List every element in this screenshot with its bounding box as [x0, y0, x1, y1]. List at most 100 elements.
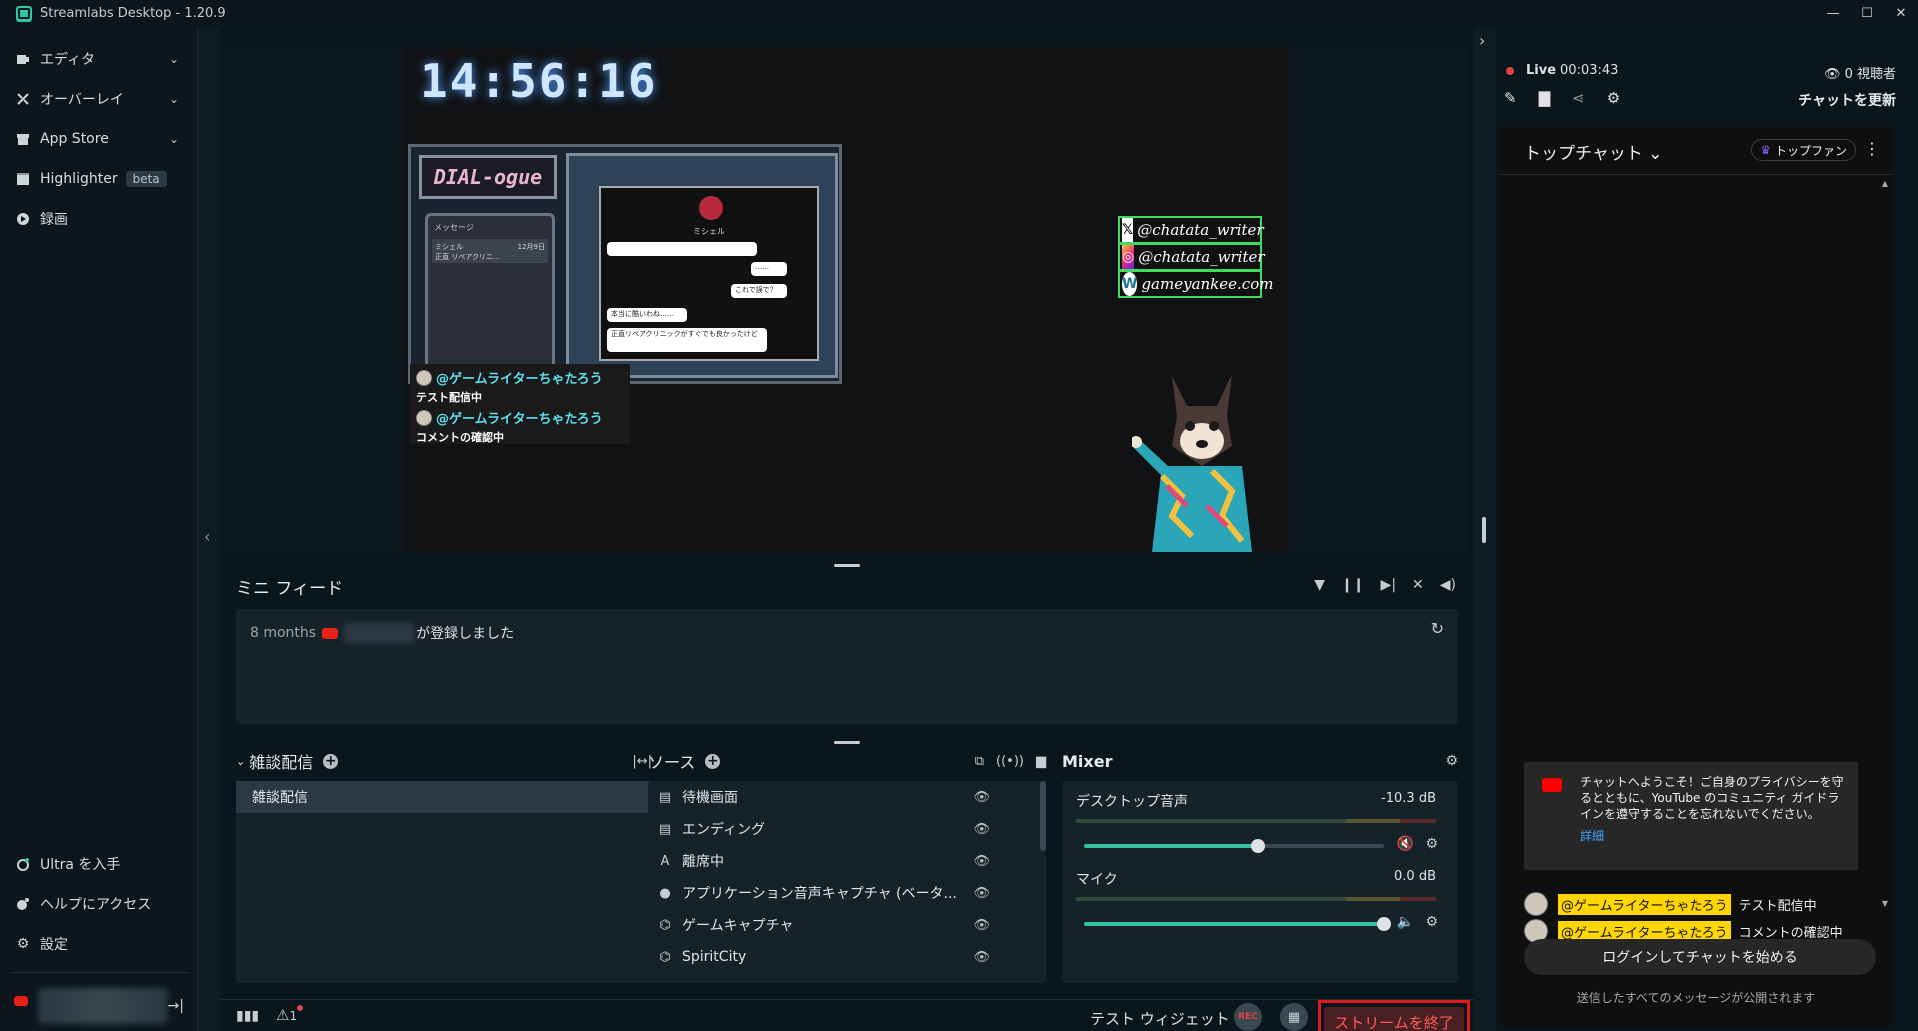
sidebar-item-app-store[interactable]: App Store ⌄ [0, 119, 197, 159]
account[interactable]: →| [0, 981, 198, 1031]
visibility-icon[interactable]: 👁 [973, 918, 990, 933]
feed-entry[interactable]: 8 months が登録しました [250, 623, 514, 643]
multiple-windows-icon[interactable]: ⧉ [975, 754, 984, 769]
top-chat-dropdown[interactable]: トップチャット ⌄ [1524, 139, 1663, 164]
login-chat-button[interactable]: ログインしてチャットを始める [1524, 939, 1876, 975]
volume-icon[interactable]: ◀) [1440, 577, 1456, 593]
speaker-icon[interactable]: 🔈 [1397, 914, 1414, 930]
chat-bubble: 正直リペアクリニックがすぐでも良かったけど [607, 328, 767, 352]
scene-item[interactable]: 雑談配信 [236, 781, 652, 813]
source-item[interactable]: ● アプリケーション音声キャプチャ (ベータ... 👁 [648, 877, 1046, 909]
sources-panel: ソース + ⧉ ((•)) ▆ ▤ 待機画面 👁 ▤ エンディング 👁 A 離席中 👁 ● ア… [648, 747, 1046, 997]
audio-source-icon[interactable]: ((•)) [996, 754, 1024, 769]
learn-more-link[interactable]: 詳細 [1580, 828, 1846, 844]
chat-bubble [607, 242, 757, 256]
stream-preview[interactable]: 14:56:16 DIAL-ogue メッセージ ミシェル 12月9日 正直 リ… [402, 48, 1289, 552]
add-source-button[interactable]: + [705, 753, 721, 769]
slider-fill [1084, 844, 1258, 848]
slider-knob[interactable] [1251, 839, 1265, 853]
clock-overlay: 14:56:16 [420, 54, 658, 108]
gear-icon[interactable]: ⚙ [1445, 753, 1458, 769]
scene-collection-title[interactable]: 雑談配信 [249, 749, 313, 773]
pencil-icon[interactable]: ✎ [1504, 89, 1517, 107]
mute-alerts-icon[interactable]: ✕ [1412, 577, 1424, 593]
close-button[interactable]: ✕ [1884, 0, 1918, 27]
share-icon[interactable]: ⋖ [1572, 89, 1585, 107]
visibility-icon[interactable]: 👁 [973, 886, 990, 901]
more-options-icon[interactable]: ⋮ [1864, 139, 1880, 158]
source-item[interactable]: ▤ エンディング 👁 [648, 813, 1046, 845]
end-stream-button[interactable]: ストリームを終了 [1324, 1006, 1464, 1031]
resize-handle[interactable] [834, 741, 860, 744]
resize-handle[interactable] [1482, 517, 1486, 543]
chevron-down-icon[interactable]: ⌄ [236, 755, 245, 768]
alert-icon[interactable]: ⚠1 [276, 1005, 304, 1024]
stats-icon[interactable]: ▮▮▮ [236, 1008, 259, 1024]
chevron-down-icon[interactable]: ⌄ [169, 52, 179, 66]
video-icon[interactable]: ▇ [1539, 89, 1551, 107]
bottom-bar: ▮▮▮ ⚠1 テスト ウィジェット REC ▦ ストリームを終了 [220, 999, 1474, 1031]
skip-icon[interactable]: ▶| [1381, 577, 1396, 593]
scenes-panel: ⌄ 雑談配信 + |↔| 雑談配信 [236, 747, 652, 997]
sidebar-item-label: ヘルプにアクセス [40, 897, 152, 913]
gear-icon[interactable]: ⚙ [1607, 89, 1620, 107]
sidebar-item-ultra[interactable]: Ultra を入手 [0, 844, 198, 884]
slider-knob[interactable] [1377, 917, 1391, 931]
sidebar-item-help[interactable]: ヘルプにアクセス [0, 884, 198, 924]
maximize-button[interactable]: ☐ [1850, 0, 1884, 27]
visibility-icon[interactable]: 👁 [973, 822, 990, 837]
game-chat: ミシェル …… これで誤で？ 本当に酷いわね…… 正直リペアクリニックがすぐでも… [599, 186, 819, 361]
chevron-left-icon[interactable]: ‹ [204, 527, 210, 546]
filter-icon[interactable]: ▼ [1314, 577, 1325, 593]
end-stream-highlight: ストリームを終了 [1318, 1000, 1470, 1031]
feed-user-blurred [344, 623, 415, 643]
source-label: エンディング [682, 822, 766, 838]
record-button[interactable]: REC [1234, 1003, 1262, 1031]
volume-meter [1076, 897, 1436, 901]
gear-icon[interactable]: ⚙ [1425, 836, 1438, 852]
volume-slider[interactable] [1084, 839, 1384, 853]
gear-icon[interactable]: ⚙ [1425, 914, 1438, 930]
logout-icon[interactable]: →| [168, 998, 184, 1014]
scrollbar[interactable] [1040, 781, 1046, 851]
test-widget-button[interactable]: テスト ウィジェット [1090, 1008, 1230, 1029]
source-item[interactable]: ▤ 待機画面 👁 [648, 781, 1046, 813]
chevron-down-icon[interactable]: ⌄ [169, 132, 179, 146]
source-item[interactable]: ⌬ ゲームキャプチャ 👁 [648, 909, 1046, 941]
chevron-down-icon[interactable]: ⌄ [169, 92, 179, 106]
store-icon [16, 132, 30, 146]
repeat-icon[interactable]: ↻ [1431, 619, 1444, 638]
visibility-icon[interactable]: 👁 [973, 854, 990, 869]
scroll-down-icon[interactable]: ▼ [1882, 899, 1888, 908]
chat-user[interactable]: @ゲームライターちゃたろう [1558, 893, 1731, 915]
visibility-icon[interactable]: 👁 [973, 950, 990, 965]
left-collapse-strip[interactable]: ‹ [198, 27, 220, 1031]
scene-list: 雑談配信 [236, 781, 652, 983]
refresh-chat-button[interactable]: チャットを更新 [1798, 90, 1896, 110]
top-fan-button[interactable]: ♛ トップファン [1751, 139, 1856, 161]
source-item[interactable]: A 離席中 👁 [648, 845, 1046, 877]
sidebar-item-overlay[interactable]: オーバーレイ ⌄ [0, 79, 197, 119]
sidebar-item-recordings[interactable]: 録画 [0, 199, 197, 239]
sidebar-item-highlighter[interactable]: Highlighter beta [0, 159, 197, 199]
sidebar-item-settings[interactable]: ⚙ 設定 [0, 924, 198, 964]
visibility-icon[interactable]: 👁 [973, 790, 990, 805]
sidebar-item-editor[interactable]: エディタ ⌄ [0, 39, 197, 79]
right-collapse-strip[interactable]: › [1474, 27, 1496, 1031]
chevron-down-icon: ⌄ [1648, 144, 1663, 164]
calendar-icon[interactable]: ▦ [1280, 1003, 1308, 1031]
scroll-up-icon[interactable]: ▲ [1882, 179, 1888, 188]
volume-slider[interactable] [1084, 917, 1391, 931]
minimize-button[interactable]: — [1816, 0, 1850, 27]
phone-date: 12月9日 [517, 243, 545, 251]
file-icon: ▤ [658, 821, 672, 837]
resize-handle[interactable] [834, 564, 860, 567]
source-item[interactable]: ⌬ SpiritCity 👁 [648, 941, 1046, 973]
speaker-muted-icon[interactable]: 🔇 [1397, 836, 1414, 852]
add-scene-button[interactable]: + [323, 753, 339, 769]
pause-icon[interactable]: ❙❙ [1341, 577, 1364, 593]
chevron-right-icon[interactable]: › [1479, 31, 1485, 50]
add-folder-icon[interactable]: ▆ [1036, 754, 1046, 769]
overlay-chat-message: @ゲームライターちゃたろう テスト配信中 [410, 364, 630, 404]
viewer-count-text: 0 視聴者 [1844, 67, 1896, 82]
